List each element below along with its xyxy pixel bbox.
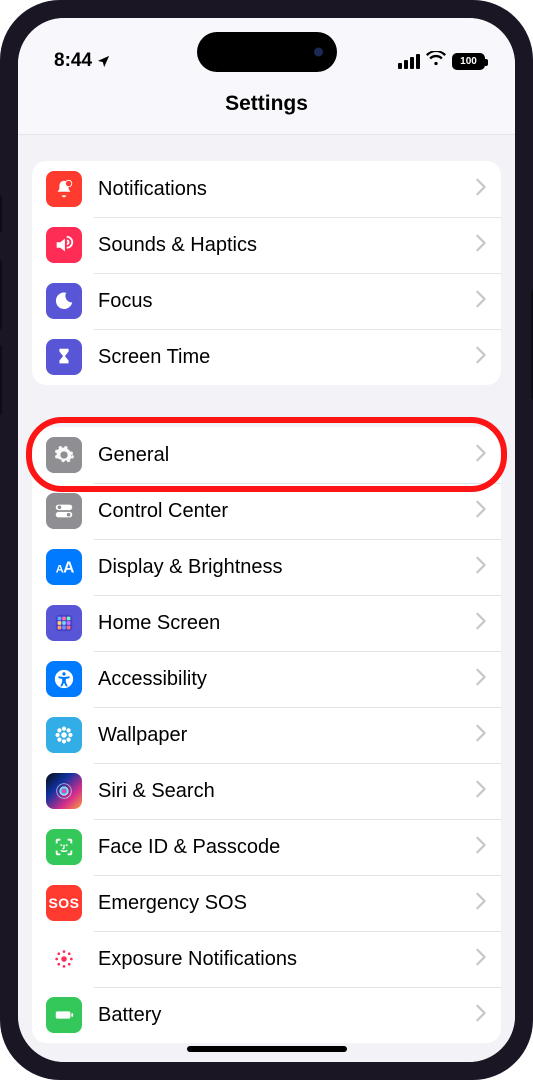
chevron-right-icon: [475, 724, 487, 747]
battery-icon: [46, 997, 82, 1033]
siri-icon: [46, 773, 82, 809]
row-label: Sounds & Haptics: [98, 234, 475, 257]
settings-row-accessibility[interactable]: Accessibility: [32, 651, 501, 707]
settings-row-wallpaper[interactable]: Wallpaper: [32, 707, 501, 763]
exposure-icon: [46, 941, 82, 977]
accessibility-icon: [46, 661, 82, 697]
settings-scroll[interactable]: Notifications Sounds & Haptics Focus Screen…: [18, 135, 515, 1062]
battery-icon: 100: [452, 53, 485, 70]
speaker-icon: [46, 227, 82, 263]
faceid-icon: [46, 829, 82, 865]
settings-row-battery[interactable]: Battery: [32, 987, 501, 1043]
settings-row-focus[interactable]: Focus: [32, 273, 501, 329]
chevron-right-icon: [475, 836, 487, 859]
page-title: Settings: [18, 76, 515, 135]
settings-row-homescreen[interactable]: Home Screen: [32, 595, 501, 651]
wifi-icon: [426, 50, 446, 72]
location-icon: [96, 54, 111, 69]
chevron-right-icon: [475, 780, 487, 803]
text-size-icon: AA: [46, 549, 82, 585]
row-label: Control Center: [98, 500, 475, 523]
cellular-icon: [398, 54, 420, 69]
row-label: Siri & Search: [98, 780, 475, 803]
row-label: Display & Brightness: [98, 556, 475, 579]
app-grid-icon: [46, 605, 82, 641]
row-label: Home Screen: [98, 612, 475, 635]
status-time: 8:44: [54, 50, 92, 72]
row-label: Emergency SOS: [98, 892, 475, 915]
chevron-right-icon: [475, 612, 487, 635]
settings-row-sounds[interactable]: Sounds & Haptics: [32, 217, 501, 273]
settings-row-general[interactable]: General: [32, 427, 501, 483]
chevron-right-icon: [475, 1004, 487, 1027]
moon-icon: [46, 283, 82, 319]
bell-badge-icon: [46, 171, 82, 207]
row-label: General: [98, 444, 475, 467]
volume-down-button: [0, 345, 2, 415]
row-label: Focus: [98, 290, 475, 313]
chevron-right-icon: [475, 500, 487, 523]
settings-row-sos[interactable]: SOS Emergency SOS: [32, 875, 501, 931]
row-label: Wallpaper: [98, 724, 475, 747]
svg-text:A: A: [63, 560, 74, 577]
mute-switch: [0, 195, 2, 233]
row-label: Exposure Notifications: [98, 948, 475, 971]
chevron-right-icon: [475, 290, 487, 313]
gear-icon: [46, 437, 82, 473]
chevron-right-icon: [475, 556, 487, 579]
toggles-icon: [46, 493, 82, 529]
settings-row-notifications[interactable]: Notifications: [32, 161, 501, 217]
row-label: Battery: [98, 1004, 475, 1027]
group-general: General Control Center AA Display & Brightn…: [32, 427, 501, 1043]
chevron-right-icon: [475, 948, 487, 971]
chevron-right-icon: [475, 668, 487, 691]
settings-row-controlcenter[interactable]: Control Center: [32, 483, 501, 539]
flower-icon: [46, 717, 82, 753]
chevron-right-icon: [475, 178, 487, 201]
settings-row-siri[interactable]: Siri & Search: [32, 763, 501, 819]
row-label: Screen Time: [98, 346, 475, 369]
chevron-right-icon: [475, 444, 487, 467]
settings-row-screentime[interactable]: Screen Time: [32, 329, 501, 385]
group-attention: Notifications Sounds & Haptics Focus Screen…: [32, 161, 501, 385]
settings-row-faceid[interactable]: Face ID & Passcode: [32, 819, 501, 875]
hourglass-icon: [46, 339, 82, 375]
settings-row-display[interactable]: AA Display & Brightness: [32, 539, 501, 595]
row-label: Accessibility: [98, 668, 475, 691]
row-label: Face ID & Passcode: [98, 836, 475, 859]
volume-up-button: [0, 260, 2, 330]
home-indicator[interactable]: [187, 1046, 347, 1052]
chevron-right-icon: [475, 892, 487, 915]
screen: 8:44 100 Settings Notifications Sounds & …: [18, 18, 515, 1062]
chevron-right-icon: [475, 346, 487, 369]
dynamic-island: [197, 32, 337, 72]
settings-row-exposure[interactable]: Exposure Notifications: [32, 931, 501, 987]
sos-icon: SOS: [46, 885, 82, 921]
row-label: Notifications: [98, 178, 475, 201]
chevron-right-icon: [475, 234, 487, 257]
phone-frame: 8:44 100 Settings Notifications Sounds & …: [0, 0, 533, 1080]
battery-level: 100: [460, 56, 477, 67]
